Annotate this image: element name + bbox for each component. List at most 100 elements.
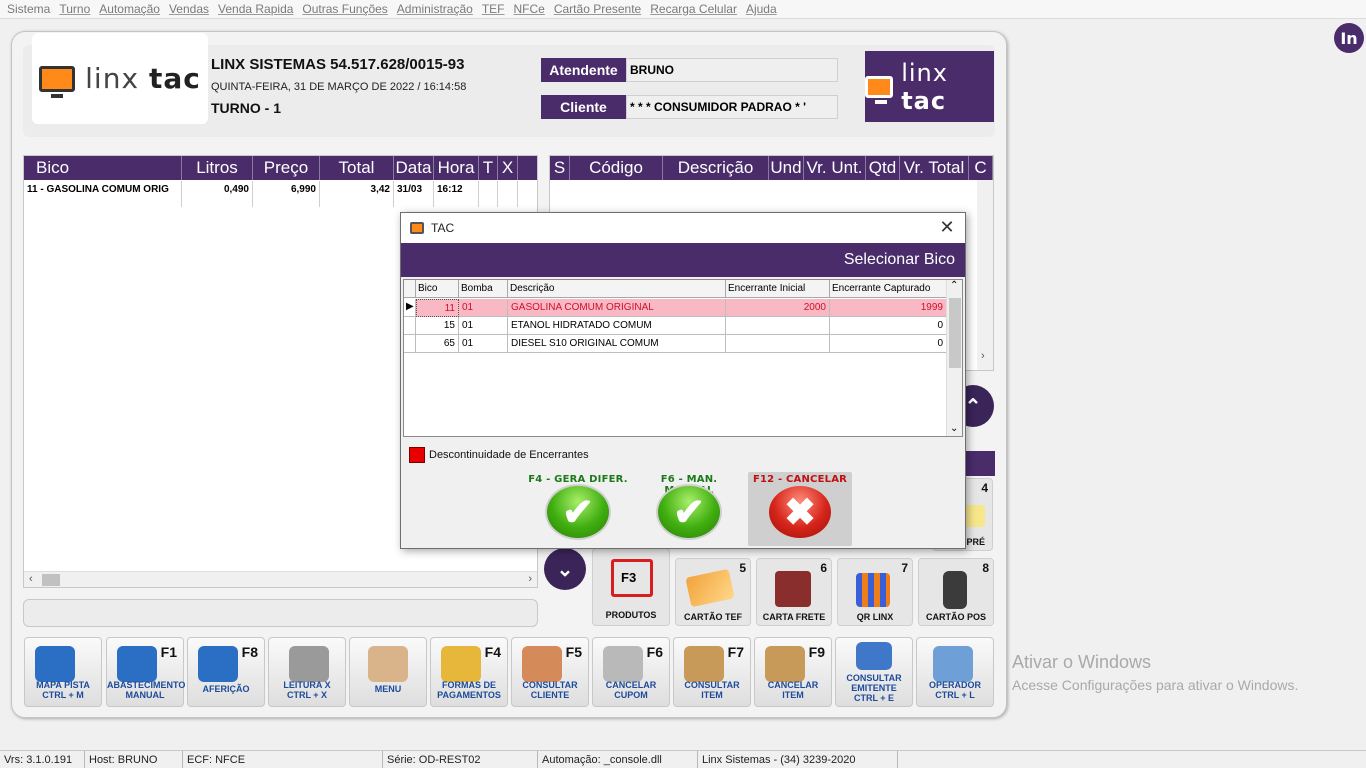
close-icon: ✖ xyxy=(767,484,833,540)
horizontal-scrollbar[interactable]: ‹ › xyxy=(24,571,537,587)
linx-corner-logo[interactable]: In xyxy=(1334,23,1364,53)
consultar-emitente-button[interactable]: CONSULTAR EMITENTE CTRL + E xyxy=(835,637,913,707)
scroll-down-button[interactable]: ⌄ xyxy=(544,548,586,590)
vertical-scrollbar[interactable]: ⌃ ⌄ xyxy=(946,280,962,436)
scroll-right-icon[interactable]: › xyxy=(981,350,985,362)
formas-pagamento-button[interactable]: F4 FORMAS DE PAGAMENTOS xyxy=(430,637,508,707)
menu-tef[interactable]: TEF xyxy=(478,2,510,16)
pos-icon xyxy=(943,571,967,609)
vertical-scrollbar[interactable]: › xyxy=(977,180,993,370)
money-icon xyxy=(441,646,481,682)
menu-sistema[interactable]: Sistema xyxy=(3,2,55,16)
menu-cartao-presente[interactable]: Cartão Presente xyxy=(550,2,646,16)
tile-cartao-tef[interactable]: 5 CARTÃO TEF xyxy=(675,558,751,626)
tile-produtos[interactable]: F3 PRODUTOS xyxy=(592,548,670,626)
menu-automacao[interactable]: Automação xyxy=(95,2,165,16)
abastecimento-manual-button[interactable]: F1 ABASTECIMENTO MANUAL xyxy=(106,637,185,707)
row-indicator-header xyxy=(404,280,416,298)
grid-header: S Código Descrição Und Vr. Unt. Qtd Vr. … xyxy=(550,156,993,180)
col-encerrante-inicial[interactable]: Encerrante Inicial xyxy=(726,280,830,298)
table-row[interactable]: ▶ 11 01 GASOLINA COMUM ORIGINAL 2000 199… xyxy=(404,299,947,317)
fuel-can-icon xyxy=(198,646,238,682)
mapa-pista-button[interactable]: MAPA PISTA CTRL + M xyxy=(24,637,102,707)
tile-carta-frete[interactable]: 6 CARTA FRETE xyxy=(756,558,832,626)
afericao-button[interactable]: F8 AFERIÇÃO xyxy=(187,637,265,707)
menu-vendas[interactable]: Vendas xyxy=(165,2,214,16)
cancelar-cupom-button[interactable]: F6 CANCELAR CUPOM xyxy=(592,637,670,707)
menu-administracao[interactable]: Administração xyxy=(393,2,478,16)
col-t[interactable]: T xyxy=(479,156,498,180)
tv-icon xyxy=(39,65,76,98)
scroll-left-icon[interactable]: ‹ xyxy=(29,573,33,585)
operator-icon xyxy=(933,646,973,682)
clients-icon xyxy=(522,646,562,682)
col-bico[interactable]: Bico xyxy=(24,156,182,180)
col-codigo[interactable]: Código xyxy=(570,156,663,180)
table-row[interactable]: 15 01 ETANOL HIDRATADO COMUM 0 xyxy=(404,317,947,335)
col-hora[interactable]: Hora xyxy=(434,156,479,180)
table-row[interactable]: 65 01 DIESEL S10 ORIGINAL COMUM 0 xyxy=(404,335,947,353)
status-bar: Vrs: 3.1.0.191 Host: BRUNO ECF: NFCE Sér… xyxy=(0,750,1366,768)
row-pointer-icon: ▶ xyxy=(404,299,416,317)
col-bomba[interactable]: Bomba xyxy=(459,280,508,298)
status-contact: Linx Sistemas - (34) 3239-2020 xyxy=(698,751,898,768)
close-icon[interactable]: ✕ xyxy=(937,217,957,238)
man-manual-button[interactable]: F6 - MAN. MANUAL ✔ xyxy=(637,472,741,546)
menu-recarga-celular[interactable]: Recarga Celular xyxy=(646,2,742,16)
bicos-grid[interactable]: Bico Bomba Descrição Encerrante Inicial … xyxy=(403,279,963,437)
cancelar-item-button[interactable]: F9 CANCELAR ITEM xyxy=(754,637,832,707)
col-x[interactable]: X xyxy=(498,156,518,180)
printer-icon xyxy=(289,646,329,682)
check-icon: ✔ xyxy=(545,484,611,540)
chevron-up-icon[interactable]: ⌃ xyxy=(950,280,958,291)
col-data[interactable]: Data xyxy=(394,156,434,180)
col-litros[interactable]: Litros xyxy=(182,156,253,180)
col-und[interactable]: Und xyxy=(769,156,804,180)
tile-qr-linx[interactable]: 7 QR LINX xyxy=(837,558,913,626)
col-vr-total[interactable]: Vr. Total xyxy=(900,156,969,180)
menu-turno[interactable]: Turno xyxy=(55,2,95,16)
cell-preco: 6,990 xyxy=(253,181,320,207)
receipt-icon xyxy=(963,505,985,527)
col-c[interactable]: C xyxy=(969,156,993,180)
operador-button[interactable]: OPERADOR CTRL + L xyxy=(916,637,994,707)
consultar-cliente-button[interactable]: F5 CONSULTAR CLIENTE xyxy=(511,637,589,707)
cancelar-button[interactable]: F12 - CANCELAR ✖ xyxy=(748,472,852,546)
check-icon: ✔ xyxy=(656,484,722,540)
atendente-label: Atendente xyxy=(541,58,626,82)
menu-ajuda[interactable]: Ajuda xyxy=(742,2,782,16)
menu-venda-rapida[interactable]: Venda Rapida xyxy=(214,2,298,16)
tv-icon xyxy=(410,222,424,234)
table-row[interactable]: 11 - GASOLINA COMUM ORIG 0,490 6,990 3,4… xyxy=(24,181,518,207)
cell-total: 3,42 xyxy=(320,181,394,207)
col-qtd[interactable]: Qtd xyxy=(866,156,900,180)
menu-nfce[interactable]: NFCe xyxy=(510,2,550,16)
status-ecf: ECF: NFCE xyxy=(183,751,383,768)
scroll-thumb[interactable] xyxy=(949,298,961,368)
col-descricao[interactable]: Descrição xyxy=(508,280,726,298)
menu-button[interactable]: MENU xyxy=(349,637,427,707)
cliente-value: * * * CONSUMIDOR PADRAO * ' xyxy=(626,95,838,119)
cell-x xyxy=(498,181,518,207)
leitura-x-button[interactable]: LEITURA X CTRL + X xyxy=(268,637,346,707)
dialog-title: TAC xyxy=(431,221,455,235)
linx-tac-logo: linx tac xyxy=(32,33,208,124)
consultar-item-button[interactable]: F7 CONSULTAR ITEM xyxy=(673,637,751,707)
tile-cartao-pos[interactable]: 8 CARTÃO POS xyxy=(918,558,994,626)
col-descricao[interactable]: Descrição xyxy=(663,156,769,180)
scroll-right-icon[interactable]: › xyxy=(528,573,532,585)
scroll-thumb[interactable] xyxy=(42,574,60,586)
col-preco[interactable]: Preço xyxy=(253,156,320,180)
col-vr-unt[interactable]: Vr. Unt. xyxy=(804,156,866,180)
col-total[interactable]: Total xyxy=(320,156,394,180)
chevron-down-icon[interactable]: ⌄ xyxy=(950,423,958,434)
menu-outras-funcoes[interactable]: Outras Funções xyxy=(298,2,392,16)
col-encerrante-capturado[interactable]: Encerrante Capturado xyxy=(830,280,947,298)
gera-diferenca-button[interactable]: F4 - GERA DIFER. ✔ xyxy=(526,472,630,546)
fuel-nozzle-icon xyxy=(35,646,75,682)
card-icon xyxy=(685,568,735,608)
col-bico[interactable]: Bico xyxy=(416,280,459,298)
col-s[interactable]: S xyxy=(550,156,570,180)
activation-watermark-title: Ativar o Windows xyxy=(1012,652,1152,672)
truck-icon xyxy=(775,571,811,607)
